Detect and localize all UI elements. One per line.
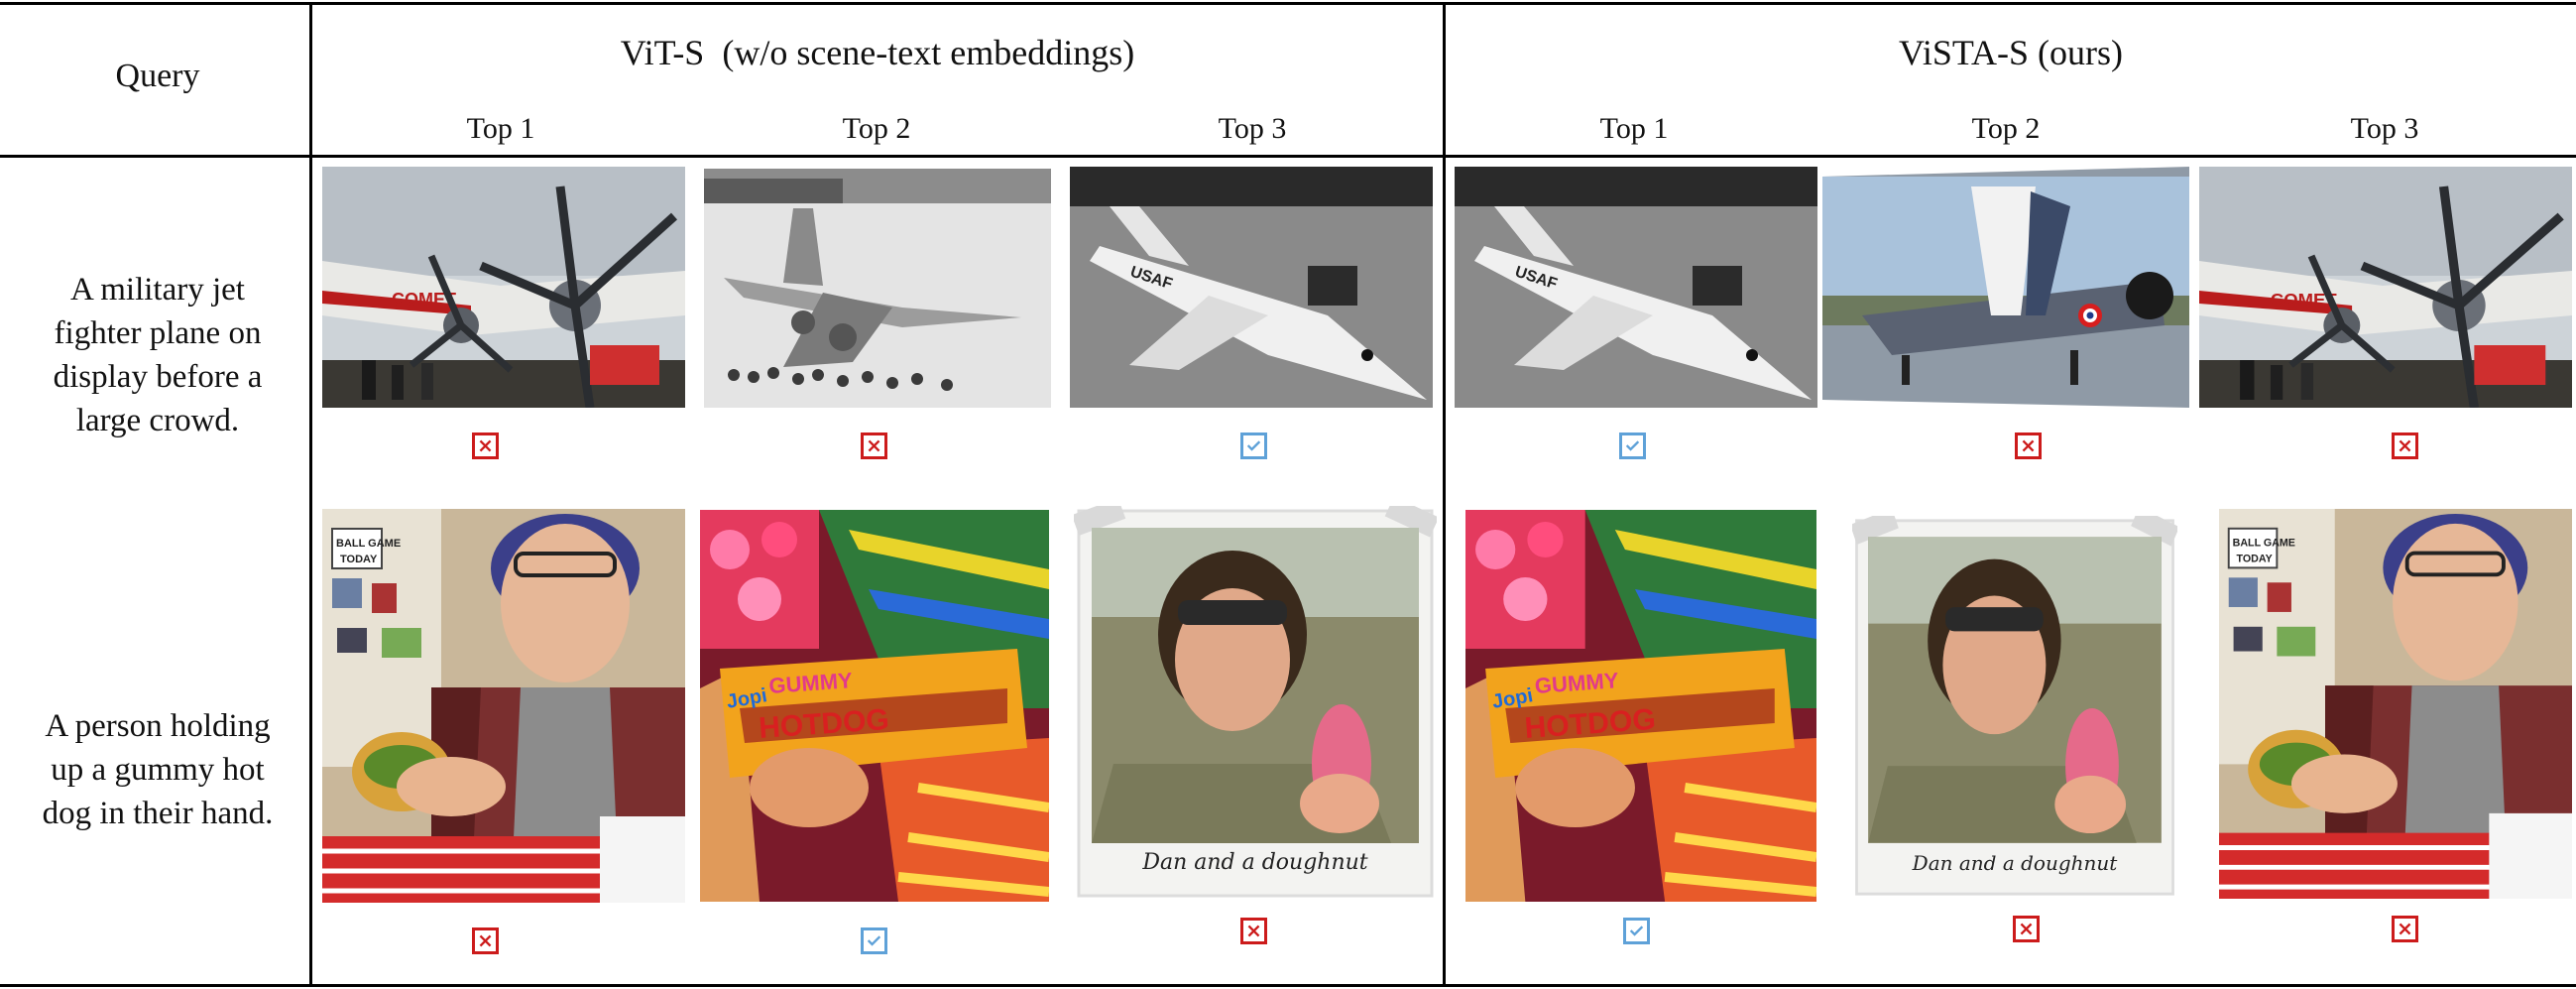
- query-text: A military jet fighter plane on display …: [8, 268, 307, 442]
- usaf-jet-model-bw-photo: USAF: [1455, 167, 1817, 408]
- correct-mark-icon: [1240, 433, 1267, 459]
- ball-game-sign-text: BALL GAME: [336, 538, 401, 550]
- incorrect-mark-icon: [2013, 916, 2040, 942]
- query-text: A person holding up a gummy hot dog in t…: [8, 704, 307, 835]
- vit-top3-header: Top 3: [1218, 112, 1287, 145]
- vista-group-header: ViSTA-S (ours): [1899, 33, 2123, 72]
- query-line: display before a: [53, 359, 263, 395]
- group-divider: [1443, 3, 1446, 986]
- query-line: A military jet: [70, 272, 245, 308]
- today-sign-text: TODAY: [340, 554, 378, 565]
- query-line: A person holding: [45, 708, 271, 744]
- query-line: dog in their hand.: [42, 796, 274, 831]
- gummy-hotdog-candy-photo: GUMMY HOTDOG Jopi: [1465, 510, 1816, 902]
- man-with-doughnut-polaroid-photo: Dan and a doughnut: [1852, 516, 2177, 899]
- incorrect-mark-icon: [472, 927, 499, 954]
- man-with-doughnut-polaroid-photo: Dan and a doughnut: [1074, 506, 1437, 901]
- man-eating-hotdog-photo: BALL GAME TODAY: [322, 509, 685, 903]
- man-eating-hotdog-photo: BALL GAME TODAY: [2219, 509, 2572, 899]
- propeller-airliner-photo: COMET: [322, 167, 685, 408]
- vintage-jet-with-crew-photo: [704, 169, 1051, 408]
- incorrect-mark-icon: [2392, 916, 2418, 942]
- query-header: Query: [115, 58, 200, 94]
- vista-top3-header: Top 3: [2350, 112, 2419, 145]
- polaroid-caption: Dan and a doughnut: [1142, 850, 1368, 875]
- vit-top1-header: Top 1: [466, 112, 535, 145]
- propeller-airliner-photo: COMET: [2199, 167, 2572, 408]
- vit-top2-header: Top 2: [842, 112, 911, 145]
- header-bottom-rule: [0, 155, 2576, 158]
- incorrect-mark-icon: [861, 433, 887, 459]
- gummy-hotdog-candy-photo: GUMMY HOTDOG Jopi: [700, 510, 1049, 902]
- correct-mark-icon: [861, 927, 887, 954]
- navy-jet-airshow-photo: [1822, 167, 2189, 408]
- correct-mark-icon: [1623, 918, 1650, 944]
- table-bottom-rule: [0, 984, 2576, 987]
- today-sign-text: TODAY: [2237, 553, 2274, 564]
- incorrect-mark-icon: [472, 433, 499, 459]
- incorrect-mark-icon: [2392, 433, 2418, 459]
- correct-mark-icon: [1619, 433, 1646, 459]
- ball-game-sign-text: BALL GAME: [2233, 538, 2295, 550]
- query-line: large crowd.: [75, 403, 240, 438]
- vit-group-header: ViT-S (w/o scene-text embeddings): [620, 33, 1135, 72]
- polaroid-caption: Dan and a doughnut: [1912, 851, 2118, 875]
- query-line: fighter plane on: [54, 315, 262, 351]
- vista-top1-header: Top 1: [1599, 112, 1669, 145]
- incorrect-mark-icon: [2015, 433, 2042, 459]
- table-top-rule: [0, 2, 2576, 5]
- query-column-divider: [309, 3, 312, 986]
- query-line: up a gummy hot: [51, 752, 265, 788]
- vista-top2-header: Top 2: [1971, 112, 2041, 145]
- usaf-jet-model-bw-photo: USAF: [1070, 167, 1433, 408]
- incorrect-mark-icon: [1240, 918, 1267, 944]
